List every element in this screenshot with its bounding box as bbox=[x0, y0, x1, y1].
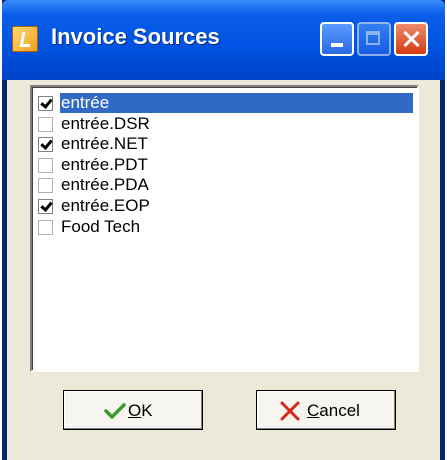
checkbox[interactable] bbox=[38, 178, 53, 194]
list-item-label: entrée.NET bbox=[61, 134, 148, 154]
list-item-label: entrée.EOP bbox=[61, 196, 150, 215]
close-button[interactable] bbox=[394, 22, 428, 56]
window-title: Invoice Sources bbox=[51, 24, 220, 49]
dialog-window: Invoice Sources entrée entrée.DSR entrée.N… bbox=[2, 0, 445, 460]
list-item-label: entrée bbox=[59, 92, 414, 114]
title-bar[interactable]: Invoice Sources bbox=[2, 0, 445, 80]
ok-button[interactable]: OK bbox=[63, 390, 203, 430]
checkbox[interactable] bbox=[38, 199, 53, 214]
list-item[interactable]: Food Tech bbox=[37, 217, 415, 237]
checkbox[interactable] bbox=[38, 219, 53, 235]
x-icon bbox=[280, 401, 300, 421]
minimize-button[interactable] bbox=[320, 22, 354, 56]
ok-button-label: OK bbox=[128, 401, 153, 420]
cancel-button-label: Cancel bbox=[307, 401, 360, 420]
list-item-label: entrée.PDT bbox=[61, 154, 148, 174]
invoice-sources-list[interactable]: entrée entrée.DSR entrée.NET entrée.PDT entr… bbox=[30, 85, 419, 372]
list-item[interactable]: entrée.NET bbox=[37, 134, 415, 154]
list-item[interactable]: entrée.PDA bbox=[37, 175, 415, 195]
dialog-body: entrée entrée.DSR entrée.NET entrée.PDT entr… bbox=[7, 80, 440, 460]
app-icon[interactable] bbox=[12, 26, 38, 52]
checkmark-icon bbox=[104, 403, 126, 419]
list-item-label: entrée.PDA bbox=[61, 175, 149, 195]
list-item-label: entrée.DSR bbox=[61, 113, 150, 133]
maximize-button bbox=[357, 22, 391, 56]
cancel-button[interactable]: Cancel bbox=[256, 390, 396, 430]
checkbox[interactable] bbox=[38, 157, 53, 173]
list-item[interactable]: entrée bbox=[37, 92, 415, 114]
list-item[interactable]: entrée.DSR bbox=[37, 114, 415, 134]
list-item-label: Food Tech bbox=[61, 216, 141, 236]
list-viewport: entrée entrée.DSR entrée.NET entrée.PDT entr… bbox=[32, 87, 417, 370]
checkbox[interactable] bbox=[38, 96, 53, 111]
checkbox[interactable] bbox=[38, 116, 53, 132]
list-item[interactable]: entrée.PDT bbox=[37, 155, 415, 175]
checkbox[interactable] bbox=[38, 137, 53, 153]
list-item[interactable]: entrée.EOP bbox=[37, 196, 415, 216]
